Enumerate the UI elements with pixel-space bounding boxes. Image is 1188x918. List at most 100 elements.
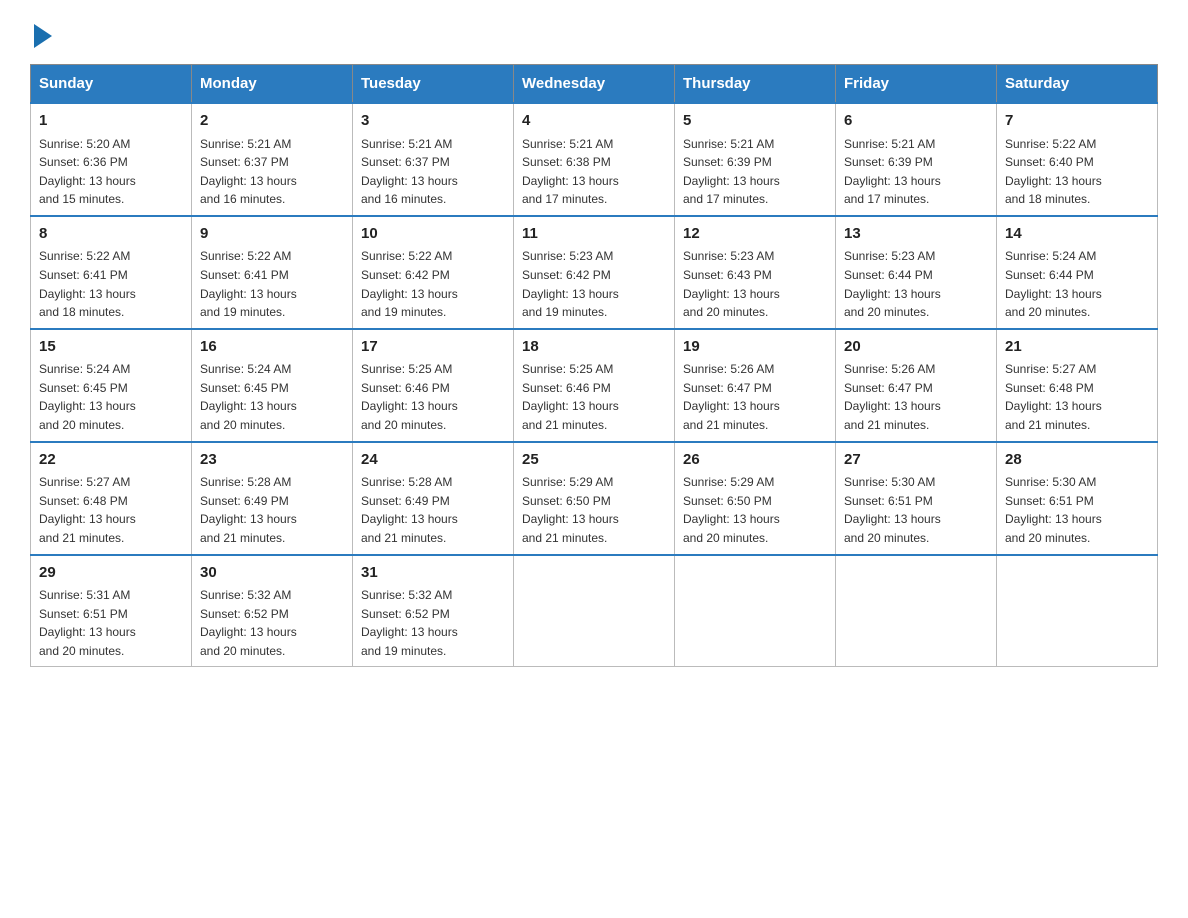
day-number: 12	[683, 223, 827, 246]
day-number: 7	[1005, 110, 1149, 133]
calendar-cell: 6Sunrise: 5:21 AMSunset: 6:39 PMDaylight…	[836, 103, 997, 216]
header-tuesday: Tuesday	[353, 65, 514, 104]
calendar-cell: 22Sunrise: 5:27 AMSunset: 6:48 PMDayligh…	[31, 442, 192, 555]
day-number: 18	[522, 336, 666, 359]
calendar-header-row: SundayMondayTuesdayWednesdayThursdayFrid…	[31, 65, 1158, 104]
calendar-cell: 29Sunrise: 5:31 AMSunset: 6:51 PMDayligh…	[31, 555, 192, 667]
calendar-cell: 15Sunrise: 5:24 AMSunset: 6:45 PMDayligh…	[31, 329, 192, 442]
calendar-cell	[997, 555, 1158, 667]
header-friday: Friday	[836, 65, 997, 104]
week-row-4: 22Sunrise: 5:27 AMSunset: 6:48 PMDayligh…	[31, 442, 1158, 555]
header-thursday: Thursday	[675, 65, 836, 104]
day-info: Sunrise: 5:21 AMSunset: 6:38 PMDaylight:…	[522, 135, 666, 209]
day-info: Sunrise: 5:21 AMSunset: 6:39 PMDaylight:…	[844, 135, 988, 209]
calendar-cell: 21Sunrise: 5:27 AMSunset: 6:48 PMDayligh…	[997, 329, 1158, 442]
calendar-cell: 11Sunrise: 5:23 AMSunset: 6:42 PMDayligh…	[514, 216, 675, 329]
day-info: Sunrise: 5:23 AMSunset: 6:43 PMDaylight:…	[683, 247, 827, 321]
calendar-cell: 14Sunrise: 5:24 AMSunset: 6:44 PMDayligh…	[997, 216, 1158, 329]
day-number: 2	[200, 110, 344, 133]
week-row-2: 8Sunrise: 5:22 AMSunset: 6:41 PMDaylight…	[31, 216, 1158, 329]
logo	[30, 20, 52, 44]
header-wednesday: Wednesday	[514, 65, 675, 104]
day-info: Sunrise: 5:28 AMSunset: 6:49 PMDaylight:…	[200, 473, 344, 547]
day-number: 9	[200, 223, 344, 246]
day-number: 17	[361, 336, 505, 359]
day-info: Sunrise: 5:32 AMSunset: 6:52 PMDaylight:…	[361, 586, 505, 660]
day-info: Sunrise: 5:24 AMSunset: 6:45 PMDaylight:…	[39, 360, 183, 434]
day-info: Sunrise: 5:22 AMSunset: 6:41 PMDaylight:…	[39, 247, 183, 321]
week-row-3: 15Sunrise: 5:24 AMSunset: 6:45 PMDayligh…	[31, 329, 1158, 442]
calendar-cell: 30Sunrise: 5:32 AMSunset: 6:52 PMDayligh…	[192, 555, 353, 667]
calendar-cell: 27Sunrise: 5:30 AMSunset: 6:51 PMDayligh…	[836, 442, 997, 555]
calendar-cell: 16Sunrise: 5:24 AMSunset: 6:45 PMDayligh…	[192, 329, 353, 442]
day-number: 16	[200, 336, 344, 359]
page-header	[30, 20, 1158, 44]
calendar-cell: 23Sunrise: 5:28 AMSunset: 6:49 PMDayligh…	[192, 442, 353, 555]
day-info: Sunrise: 5:28 AMSunset: 6:49 PMDaylight:…	[361, 473, 505, 547]
day-info: Sunrise: 5:26 AMSunset: 6:47 PMDaylight:…	[683, 360, 827, 434]
calendar-cell: 7Sunrise: 5:22 AMSunset: 6:40 PMDaylight…	[997, 103, 1158, 216]
day-info: Sunrise: 5:24 AMSunset: 6:45 PMDaylight:…	[200, 360, 344, 434]
header-monday: Monday	[192, 65, 353, 104]
day-info: Sunrise: 5:32 AMSunset: 6:52 PMDaylight:…	[200, 586, 344, 660]
day-number: 15	[39, 336, 183, 359]
day-number: 10	[361, 223, 505, 246]
day-info: Sunrise: 5:22 AMSunset: 6:41 PMDaylight:…	[200, 247, 344, 321]
calendar-cell: 25Sunrise: 5:29 AMSunset: 6:50 PMDayligh…	[514, 442, 675, 555]
day-number: 8	[39, 223, 183, 246]
day-info: Sunrise: 5:23 AMSunset: 6:44 PMDaylight:…	[844, 247, 988, 321]
calendar-cell: 5Sunrise: 5:21 AMSunset: 6:39 PMDaylight…	[675, 103, 836, 216]
day-number: 24	[361, 449, 505, 472]
calendar-cell: 26Sunrise: 5:29 AMSunset: 6:50 PMDayligh…	[675, 442, 836, 555]
calendar-cell: 17Sunrise: 5:25 AMSunset: 6:46 PMDayligh…	[353, 329, 514, 442]
day-number: 19	[683, 336, 827, 359]
day-info: Sunrise: 5:21 AMSunset: 6:39 PMDaylight:…	[683, 135, 827, 209]
calendar-cell: 4Sunrise: 5:21 AMSunset: 6:38 PMDaylight…	[514, 103, 675, 216]
day-number: 21	[1005, 336, 1149, 359]
day-number: 31	[361, 562, 505, 585]
calendar-cell: 20Sunrise: 5:26 AMSunset: 6:47 PMDayligh…	[836, 329, 997, 442]
day-info: Sunrise: 5:25 AMSunset: 6:46 PMDaylight:…	[522, 360, 666, 434]
day-info: Sunrise: 5:25 AMSunset: 6:46 PMDaylight:…	[361, 360, 505, 434]
day-number: 1	[39, 110, 183, 133]
day-number: 30	[200, 562, 344, 585]
day-info: Sunrise: 5:23 AMSunset: 6:42 PMDaylight:…	[522, 247, 666, 321]
calendar-cell: 3Sunrise: 5:21 AMSunset: 6:37 PMDaylight…	[353, 103, 514, 216]
day-info: Sunrise: 5:26 AMSunset: 6:47 PMDaylight:…	[844, 360, 988, 434]
day-number: 3	[361, 110, 505, 133]
day-number: 27	[844, 449, 988, 472]
calendar-cell: 18Sunrise: 5:25 AMSunset: 6:46 PMDayligh…	[514, 329, 675, 442]
calendar-cell	[836, 555, 997, 667]
week-row-5: 29Sunrise: 5:31 AMSunset: 6:51 PMDayligh…	[31, 555, 1158, 667]
calendar-cell: 19Sunrise: 5:26 AMSunset: 6:47 PMDayligh…	[675, 329, 836, 442]
calendar-cell: 8Sunrise: 5:22 AMSunset: 6:41 PMDaylight…	[31, 216, 192, 329]
calendar-cell: 2Sunrise: 5:21 AMSunset: 6:37 PMDaylight…	[192, 103, 353, 216]
day-number: 11	[522, 223, 666, 246]
calendar-cell: 1Sunrise: 5:20 AMSunset: 6:36 PMDaylight…	[31, 103, 192, 216]
calendar-cell: 13Sunrise: 5:23 AMSunset: 6:44 PMDayligh…	[836, 216, 997, 329]
day-info: Sunrise: 5:27 AMSunset: 6:48 PMDaylight:…	[1005, 360, 1149, 434]
calendar-cell: 12Sunrise: 5:23 AMSunset: 6:43 PMDayligh…	[675, 216, 836, 329]
day-number: 6	[844, 110, 988, 133]
day-info: Sunrise: 5:24 AMSunset: 6:44 PMDaylight:…	[1005, 247, 1149, 321]
day-number: 26	[683, 449, 827, 472]
calendar-table: SundayMondayTuesdayWednesdayThursdayFrid…	[30, 64, 1158, 667]
day-number: 25	[522, 449, 666, 472]
day-number: 28	[1005, 449, 1149, 472]
calendar-cell: 28Sunrise: 5:30 AMSunset: 6:51 PMDayligh…	[997, 442, 1158, 555]
calendar-cell: 31Sunrise: 5:32 AMSunset: 6:52 PMDayligh…	[353, 555, 514, 667]
header-sunday: Sunday	[31, 65, 192, 104]
day-info: Sunrise: 5:27 AMSunset: 6:48 PMDaylight:…	[39, 473, 183, 547]
day-number: 23	[200, 449, 344, 472]
day-number: 29	[39, 562, 183, 585]
day-number: 14	[1005, 223, 1149, 246]
day-number: 13	[844, 223, 988, 246]
day-number: 20	[844, 336, 988, 359]
day-info: Sunrise: 5:29 AMSunset: 6:50 PMDaylight:…	[683, 473, 827, 547]
calendar-cell	[675, 555, 836, 667]
day-number: 5	[683, 110, 827, 133]
week-row-1: 1Sunrise: 5:20 AMSunset: 6:36 PMDaylight…	[31, 103, 1158, 216]
day-info: Sunrise: 5:29 AMSunset: 6:50 PMDaylight:…	[522, 473, 666, 547]
day-info: Sunrise: 5:31 AMSunset: 6:51 PMDaylight:…	[39, 586, 183, 660]
day-info: Sunrise: 5:30 AMSunset: 6:51 PMDaylight:…	[1005, 473, 1149, 547]
